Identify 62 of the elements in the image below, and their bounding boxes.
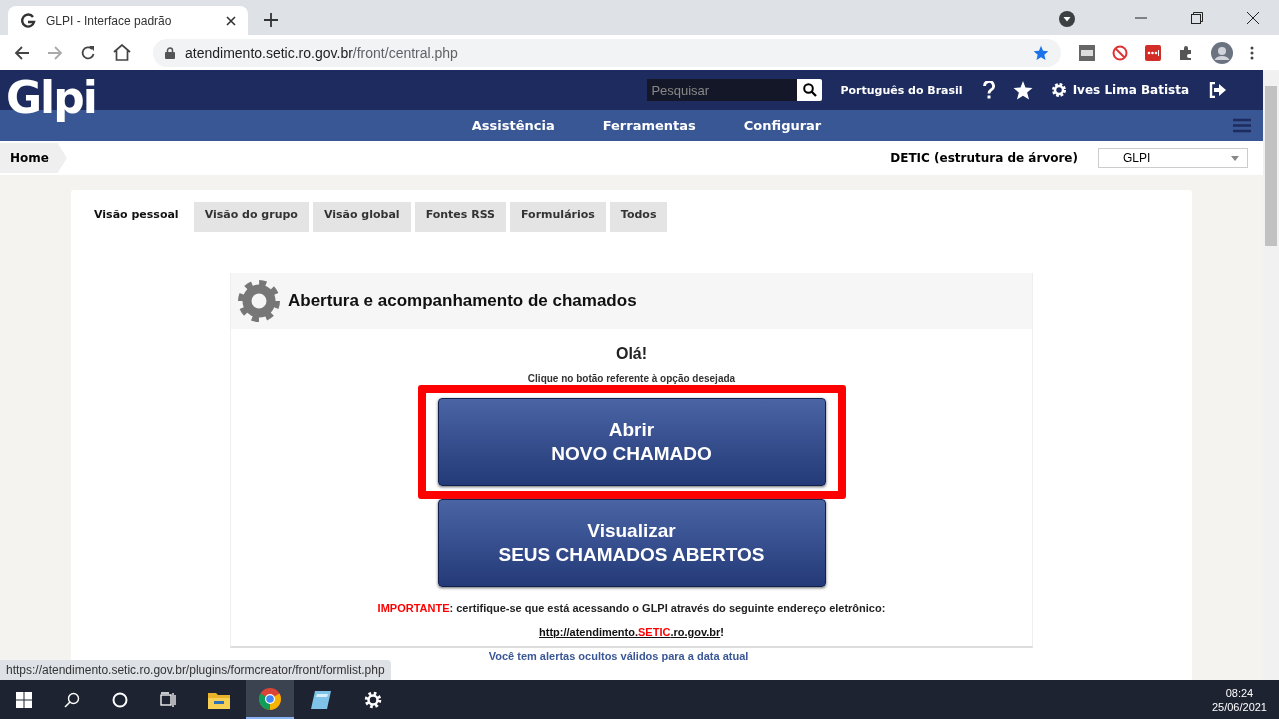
search-button[interactable] xyxy=(797,79,823,101)
profile-dropdown-icon[interactable] xyxy=(1059,11,1075,27)
menu-icon[interactable] xyxy=(1250,45,1254,60)
view-tab[interactable]: Fontes RSS xyxy=(414,202,506,232)
search-field[interactable]: Pesquisar xyxy=(647,79,798,101)
settings-icon xyxy=(1050,82,1067,98)
avatar-icon[interactable] xyxy=(1211,41,1233,64)
caret-icon xyxy=(1231,155,1239,161)
windows-start-icon[interactable] xyxy=(16,691,32,708)
action-button[interactable]: Abrir NOVO CHAMADO xyxy=(437,398,826,486)
settings-icon[interactable] xyxy=(364,690,382,709)
bookmark-star-icon[interactable] xyxy=(1033,44,1049,61)
task-view-icon[interactable] xyxy=(160,691,176,708)
lock-icon xyxy=(165,46,175,59)
breadcrumb-link[interactable]: Home xyxy=(0,143,67,173)
user-link[interactable]: Ives Lima Batista xyxy=(1050,82,1189,98)
star-icon[interactable] xyxy=(1012,80,1033,100)
gear-icon xyxy=(236,278,282,324)
exclamation-text: ! xyxy=(720,626,724,638)
logout-icon[interactable] xyxy=(1209,82,1227,98)
alerts-link[interactable]: Você tem alertas ocultos válidos para a data atual xyxy=(488,650,749,662)
folder-icon[interactable] xyxy=(208,690,230,709)
password-manager-icon[interactable] xyxy=(1145,44,1161,61)
menu-item[interactable]: Assistência xyxy=(471,118,555,133)
greeting: Olá! xyxy=(615,345,648,363)
panel-title: Abertura e acompanhamento de chamados xyxy=(288,291,637,311)
chrome-icon[interactable] xyxy=(259,687,281,710)
close-tab-icon[interactable] xyxy=(226,15,236,26)
extension-icon[interactable] xyxy=(1079,44,1095,61)
search-icon[interactable] xyxy=(64,691,80,708)
view-tab[interactable]: Todos xyxy=(609,202,668,232)
view-tab[interactable]: Visão do grupo xyxy=(193,202,309,232)
entity-label: DETIC (estrutura de árvore) xyxy=(890,151,1078,165)
notepad-icon[interactable] xyxy=(310,689,332,710)
reload-icon[interactable] xyxy=(80,44,96,61)
clock-date[interactable]: 25/06/2021 xyxy=(1211,700,1267,713)
status-url: https://atendimento.setic.ro.gov.br/plugins/formcreator/front/formlist.php xyxy=(0,660,391,680)
help-icon[interactable] xyxy=(982,81,995,99)
view-tab[interactable]: Visão global xyxy=(312,202,411,232)
clock-time[interactable]: 08:24 xyxy=(1225,686,1254,699)
action-button[interactable]: Visualizar SEUS CHAMADOS ABERTOS xyxy=(437,499,826,587)
instruction-text: Clique no botão referente à opção desejada xyxy=(527,373,736,385)
new-tab-icon[interactable] xyxy=(264,13,278,27)
puzzle-icon[interactable] xyxy=(1178,44,1194,61)
back-icon[interactable] xyxy=(14,44,30,61)
search-icon xyxy=(802,83,817,97)
language-link[interactable]: Português do Brasil xyxy=(840,83,963,97)
restore-icon[interactable] xyxy=(1191,12,1203,24)
address-field[interactable]: atendimento.setic.ro.gov.br/front/central.php xyxy=(153,38,1061,67)
glpi-logo[interactable]: Glpi xyxy=(6,76,96,120)
close-icon[interactable] xyxy=(1247,12,1259,24)
block-icon[interactable] xyxy=(1112,44,1128,61)
menu-item[interactable]: Ferramentas xyxy=(602,118,696,133)
scrollbar[interactable] xyxy=(1263,70,1279,680)
notice-text: IMPORTANTE: certifique-se que está acessando o GLPI através do seguinte endereço eletrônico: xyxy=(377,602,886,614)
browser-tab[interactable]: GLPI - Interface padrão xyxy=(8,6,248,35)
home-icon[interactable] xyxy=(113,44,131,61)
entity-select[interactable]: GLPI xyxy=(1098,148,1248,168)
site-logo-icon xyxy=(20,12,36,29)
circle-icon[interactable] xyxy=(112,691,128,708)
menu-item[interactable]: Configurar xyxy=(743,118,822,133)
view-tab[interactable]: Formulários xyxy=(510,202,606,232)
